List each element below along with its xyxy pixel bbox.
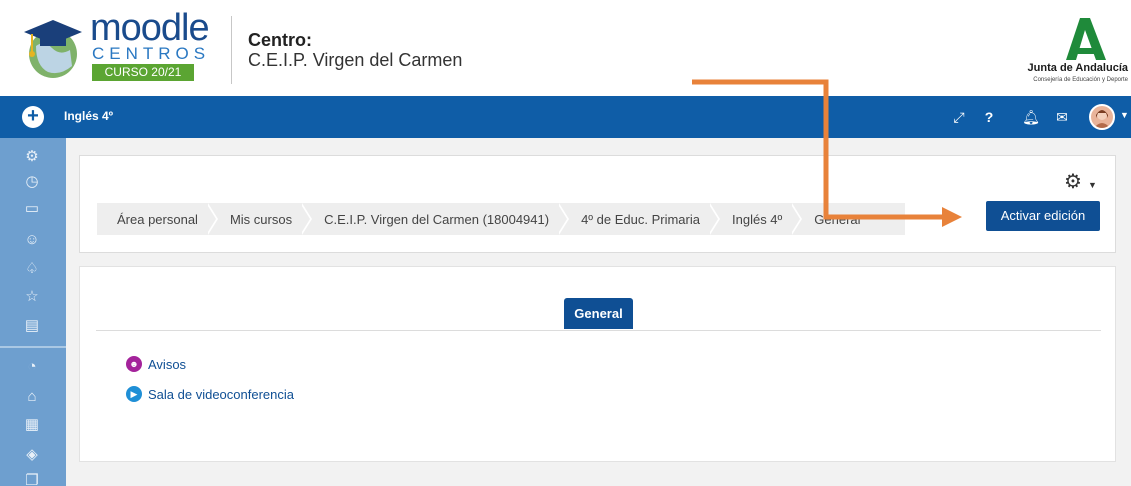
activity-videoconferencia[interactable]: ▶ Sala de videoconferencia — [126, 386, 294, 402]
tab-divider — [96, 330, 1101, 331]
dashboard-icon[interactable]: ◔ — [20, 356, 44, 378]
graduation-cap-icon[interactable]: ◈ — [20, 444, 44, 466]
expand-icon[interactable]: ⤢ — [950, 108, 968, 126]
breadcrumb-item[interactable]: Área personal — [117, 212, 198, 227]
centros-wordmark: CENTROS — [92, 44, 211, 63]
chevron-down-icon[interactable]: ▼ — [1088, 180, 1097, 190]
clock-icon[interactable]: ◷ — [20, 171, 44, 193]
calendar-icon[interactable]: ▦ — [20, 414, 44, 436]
gears-icon[interactable]: ⚙ — [20, 146, 44, 168]
folder-icon[interactable]: ▭ — [20, 198, 44, 220]
sidebar-divider — [0, 346, 66, 348]
left-sidebar: ⚙ ◷ ▭ ☺ ♤ ☆ ▤ ◔ ⌂ ▦ ◈ ❐ — [0, 138, 66, 486]
breadcrumb-separator — [790, 203, 804, 235]
book-icon[interactable]: ▤ — [20, 315, 44, 337]
gear-icon[interactable]: ⚙ — [1064, 172, 1082, 192]
users-icon[interactable]: ☺ — [20, 229, 44, 251]
junta-subtitle: Consejería de Educación y Deporte — [1033, 77, 1128, 83]
breadcrumb-item[interactable]: 4º de Educ. Primaria — [581, 212, 700, 227]
junta-name: Junta de Andalucía — [1027, 62, 1128, 74]
breadcrumb-separator — [557, 203, 571, 235]
files-icon[interactable]: ❐ — [20, 470, 44, 486]
course-header: ⚙ ▼ Área personal Mis cursos C.E.I.P. Vi… — [79, 155, 1116, 253]
moodle-wordmark: moodle — [90, 7, 210, 49]
envelope-icon[interactable]: ✉ — [1053, 108, 1071, 126]
top-navbar: + Inglés 4º ⤢ ? 🔔︎ ✉ ▼ — [0, 96, 1131, 138]
breadcrumb-separator — [300, 203, 314, 235]
tab-general[interactable]: General — [564, 298, 633, 329]
avatar[interactable] — [1089, 104, 1115, 130]
breadcrumb-item[interactable]: Inglés 4º — [732, 212, 782, 227]
breadcrumb-item[interactable]: C.E.I.P. Virgen del Carmen (18004941) — [324, 212, 549, 227]
course-title[interactable]: Inglés 4º — [64, 109, 113, 123]
star-icon[interactable]: ☆ — [20, 286, 44, 308]
breadcrumb-separator — [708, 203, 722, 235]
bell-icon[interactable]: 🔔︎ — [1022, 108, 1040, 126]
centro-label: Centro: — [248, 30, 312, 50]
award-icon[interactable]: ♤ — [20, 258, 44, 280]
course-content: General ☻ Avisos ▶ Sala de videoconferen… — [79, 266, 1116, 462]
breadcrumb-separator — [205, 203, 220, 235]
breadcrumb: Área personal Mis cursos C.E.I.P. Virgen… — [97, 203, 905, 235]
page: moodle CENTROS CURSO 20/21 Centro: C.E.I… — [0, 0, 1131, 486]
forum-icon: ☻ — [126, 356, 142, 372]
videoconference-icon: ▶ — [126, 386, 142, 402]
moodle-centros-logo-icon — [24, 20, 82, 78]
caret-down-icon[interactable]: ▼ — [1120, 110, 1129, 120]
curso-badge: CURSO 20/21 — [92, 64, 194, 81]
centro-name: C.E.I.P. Virgen del Carmen — [248, 50, 463, 70]
breadcrumb-item-current: General — [814, 211, 861, 227]
activar-edicion-button[interactable]: Activar edición — [986, 201, 1100, 231]
activity-label[interactable]: Avisos — [148, 357, 186, 372]
home-icon[interactable]: ⌂ — [20, 386, 44, 408]
breadcrumb-item[interactable]: Mis cursos — [230, 212, 292, 227]
help-icon[interactable]: ? — [980, 108, 998, 126]
banner-divider — [231, 16, 232, 84]
activity-label[interactable]: Sala de videoconferencia — [148, 387, 294, 402]
drawer-toggle-icon[interactable]: + — [22, 106, 44, 128]
top-banner: moodle CENTROS CURSO 20/21 Centro: C.E.I… — [0, 0, 1131, 96]
activity-avisos[interactable]: ☻ Avisos — [126, 356, 186, 372]
